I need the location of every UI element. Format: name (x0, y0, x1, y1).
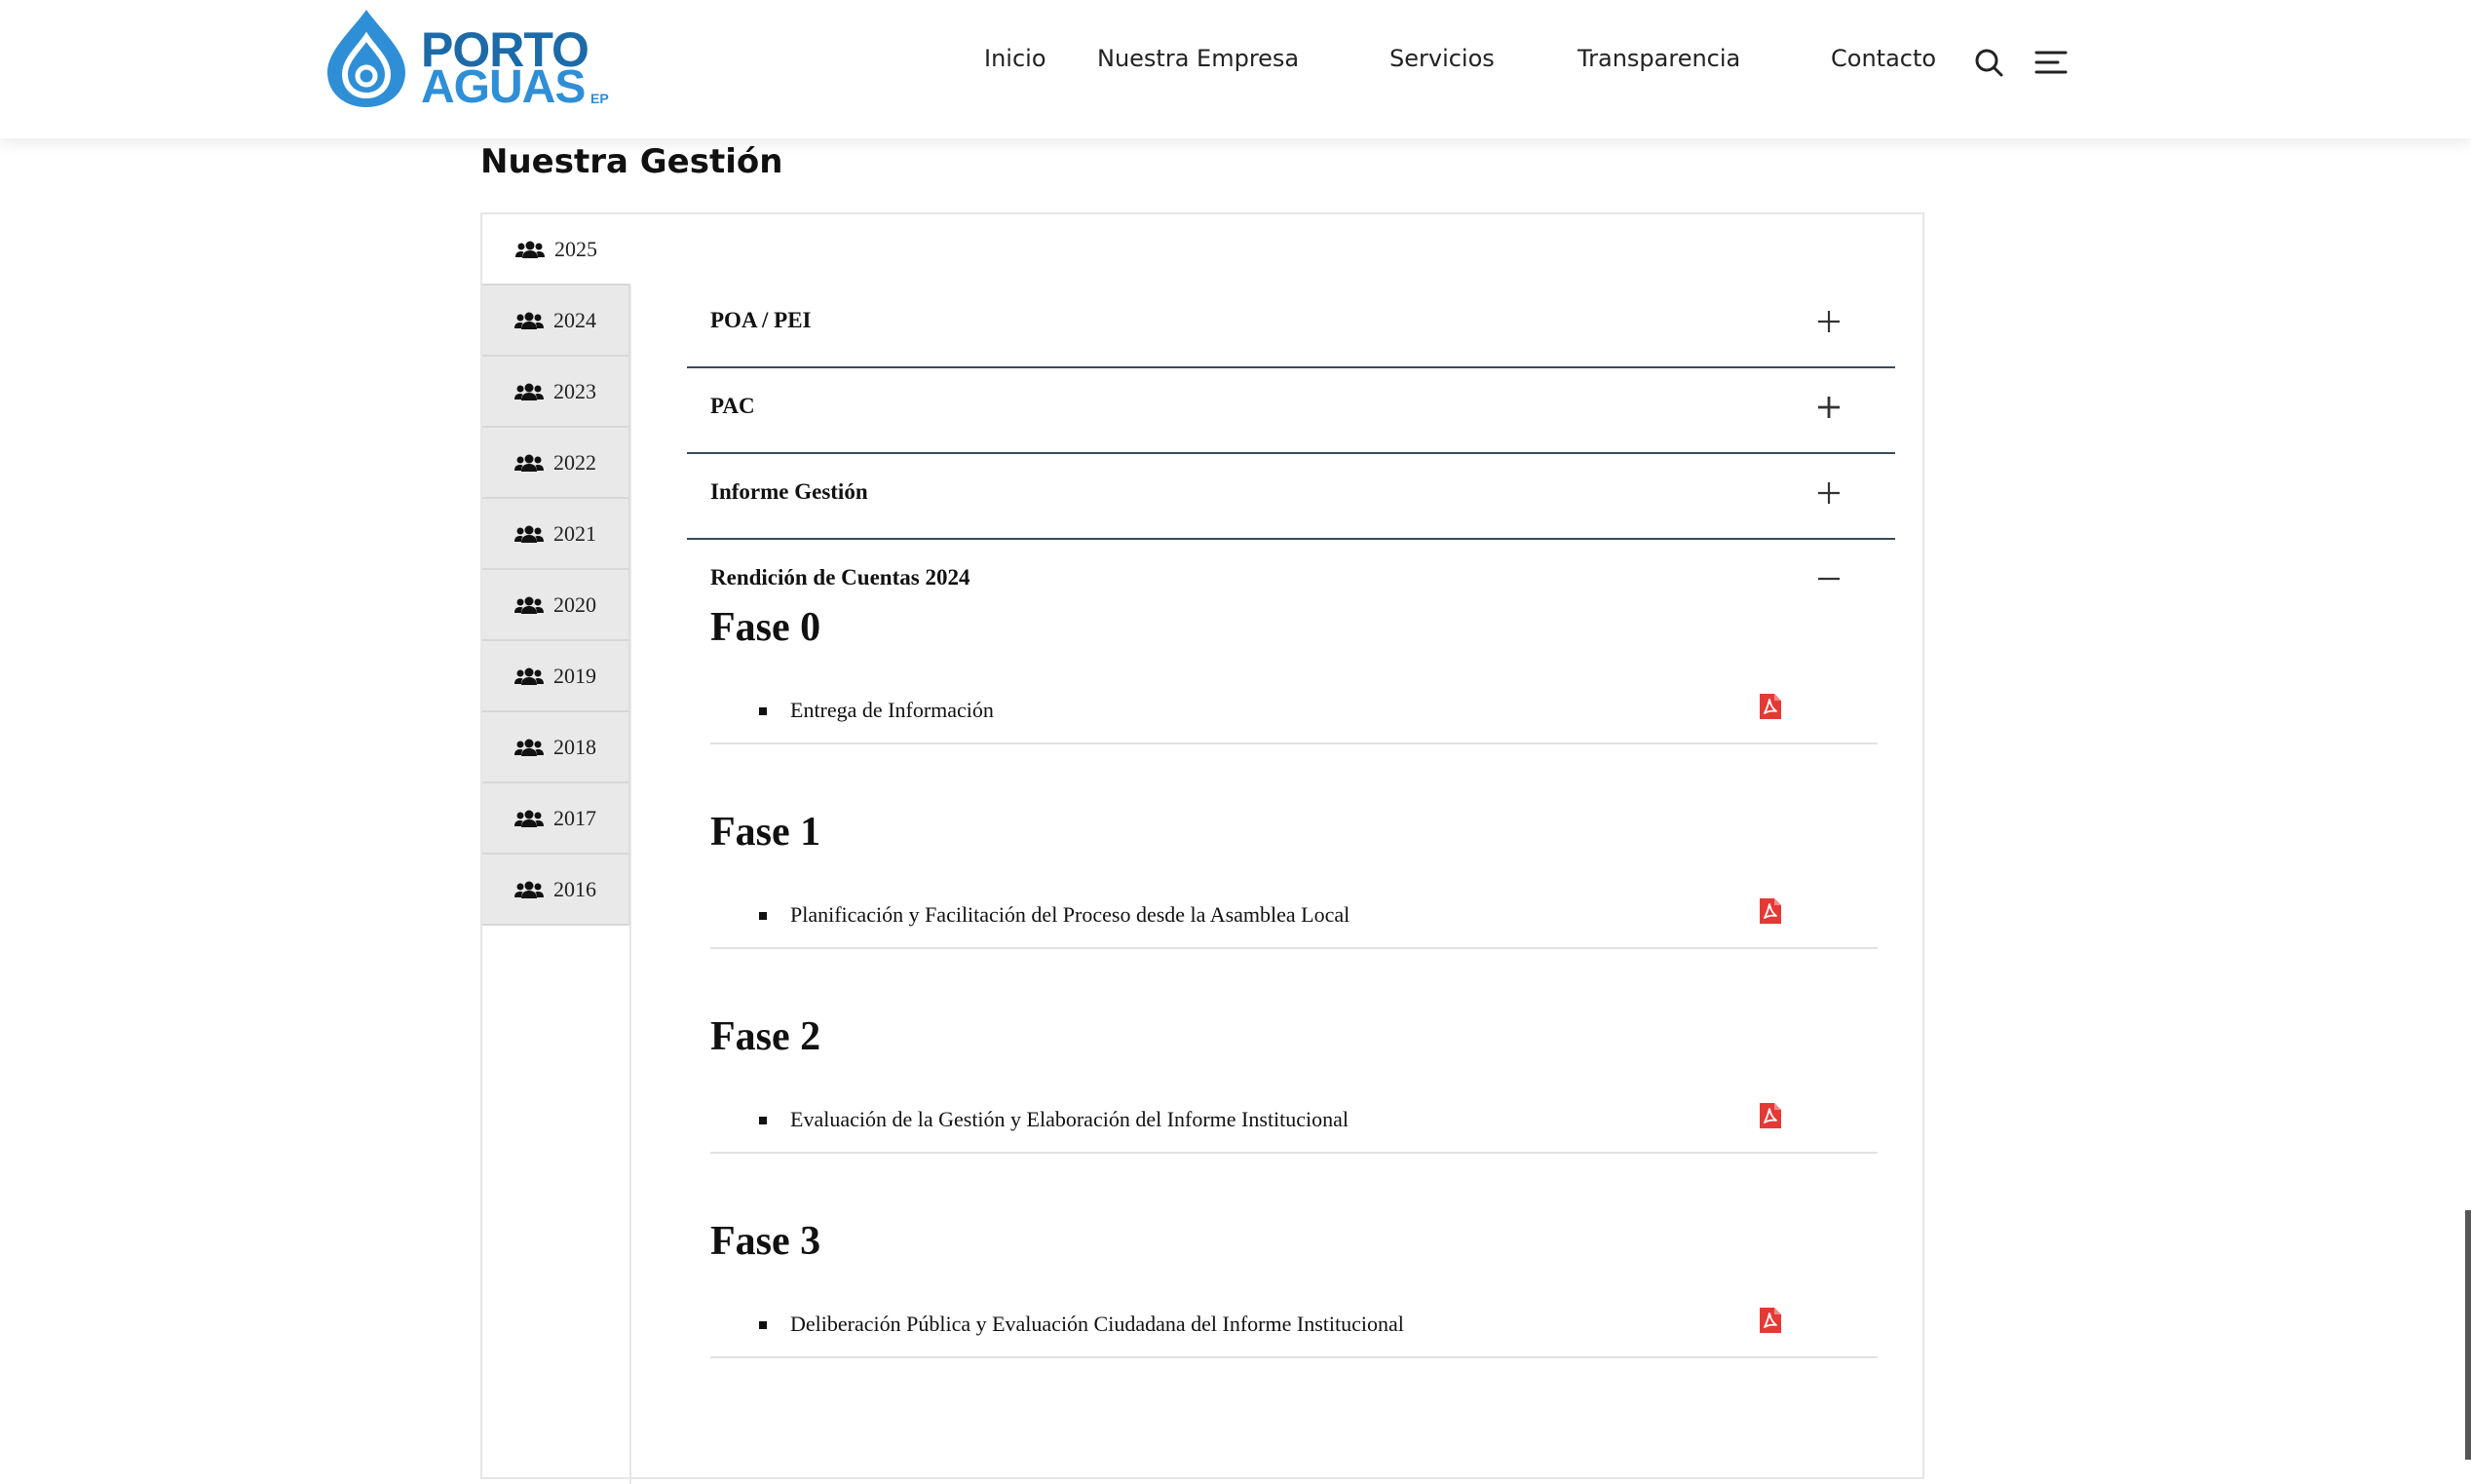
accordion-title: Rendición de Cuentas 2024 (710, 565, 970, 590)
bullet (759, 1321, 767, 1329)
users-icon (514, 383, 544, 400)
management-panel: 2025 2024 2023 2022 2021 2020 2019 2018 (480, 212, 1924, 1484)
tab-label: 2021 (553, 520, 596, 546)
nav-servicios[interactable]: Servicios (1389, 45, 1495, 72)
hamburger-menu-icon[interactable] (2034, 49, 2068, 76)
tab-label: 2023 (553, 378, 596, 403)
document-row: Deliberación Pública y Evaluación Ciudad… (710, 1306, 1878, 1358)
users-icon (514, 596, 544, 614)
tab-label: 2024 (553, 307, 596, 332)
accordion-informe-gestion[interactable]: Informe Gestión (687, 454, 1895, 540)
document-row: Evaluación de la Gestión y Elaboración d… (710, 1101, 1878, 1154)
rendicion-phases: Fase 0 Entrega de Información Fase 1 Pla… (710, 604, 1878, 1423)
tab-2024[interactable]: 2024 (482, 285, 630, 357)
pdf-icon[interactable] (1758, 896, 1783, 926)
pdf-icon[interactable] (1758, 1101, 1783, 1130)
users-icon (514, 312, 544, 329)
accordion-poa-pei[interactable]: POA / PEI (687, 283, 1895, 368)
tab-2019[interactable]: 2019 (482, 641, 630, 712)
tab-label: 2025 (554, 236, 597, 261)
tab-label: 2020 (553, 591, 596, 617)
tab-2021[interactable]: 2021 (482, 499, 630, 570)
site-header: PORTO AGUAS EP Inicio Nuestra Empresa Se… (0, 0, 2471, 138)
accordion-title: Informe Gestión (710, 479, 868, 504)
tab-label: 2019 (553, 663, 596, 688)
phase-0: Fase 0 Entrega de Información (710, 604, 1878, 809)
document-label[interactable]: Deliberación Pública y Evaluación Ciudad… (790, 1312, 1404, 1337)
phase-title: Fase 2 (710, 1014, 821, 1059)
page-scrollbar-thumb[interactable] (2465, 1210, 2471, 1460)
tab-label: 2022 (553, 449, 596, 475)
pdf-icon[interactable] (1758, 1306, 1783, 1335)
document-row: Planificación y Facilitación del Proceso… (710, 896, 1878, 949)
tab-2016[interactable]: 2016 (482, 855, 630, 926)
logo-text-aguas: AGUAS (421, 61, 586, 113)
tab-2023[interactable]: 2023 (482, 357, 630, 428)
plus-icon[interactable] (1815, 394, 1843, 421)
plus-icon[interactable] (1815, 479, 1843, 507)
tabs-divider (629, 285, 631, 1484)
tab-2018[interactable]: 2018 (482, 712, 630, 783)
phase-3: Fase 3 Deliberación Pública y Evaluación… (710, 1218, 1878, 1423)
year-tabs: 2025 2024 2023 2022 2021 2020 2019 2018 (482, 214, 630, 926)
tab-label: 2016 (553, 876, 596, 901)
section-title: Nuestra Gestión (480, 142, 783, 181)
tab-content: POA / PEI PAC Informe Gestión Rendición … (687, 283, 1895, 1358)
document-row: Entrega de Información (710, 692, 1878, 744)
water-drop-logo-icon (327, 10, 405, 107)
phase-title: Fase 0 (710, 605, 821, 650)
bullet (759, 707, 767, 715)
tab-label: 2017 (553, 805, 596, 830)
accordion-title: POA / PEI (710, 308, 812, 332)
search-icon[interactable] (1973, 47, 2004, 78)
bullet (759, 1117, 767, 1124)
accordion-pac[interactable]: PAC (687, 368, 1895, 454)
plus-icon[interactable] (1815, 308, 1843, 335)
users-icon (514, 667, 544, 685)
porto-aguas-logo[interactable]: PORTO AGUAS EP (322, 8, 614, 113)
users-icon (514, 454, 544, 472)
pdf-icon[interactable] (1758, 692, 1783, 721)
phase-title: Fase 3 (710, 1219, 821, 1264)
document-label[interactable]: Evaluación de la Gestión y Elaboración d… (790, 1107, 1349, 1132)
nav-contacto[interactable]: Contacto (1831, 45, 1936, 72)
tab-2025[interactable]: 2025 (482, 214, 630, 285)
phase-1: Fase 1 Planificación y Facilitación del … (710, 809, 1878, 1013)
phase-2: Fase 2 Evaluación de la Gestión y Elabor… (710, 1013, 1878, 1218)
minus-icon[interactable] (1815, 565, 1843, 592)
users-icon (514, 739, 544, 756)
nav-nuestra-empresa[interactable]: Nuestra Empresa (1097, 45, 1299, 72)
tab-label: 2018 (553, 734, 596, 759)
document-label[interactable]: Entrega de Información (790, 698, 994, 723)
users-icon (515, 241, 545, 258)
tab-2017[interactable]: 2017 (482, 783, 630, 855)
accordion-title: PAC (710, 394, 755, 418)
nav-transparencia[interactable]: Transparencia (1578, 45, 1740, 72)
logo-text-ep: EP (590, 91, 609, 106)
document-label[interactable]: Planificación y Facilitación del Proceso… (790, 902, 1350, 928)
bullet (759, 912, 767, 920)
tab-2022[interactable]: 2022 (482, 428, 630, 499)
tab-2020[interactable]: 2020 (482, 570, 630, 641)
users-icon (514, 881, 544, 898)
users-icon (514, 525, 544, 543)
nav-inicio[interactable]: Inicio (984, 45, 1046, 72)
users-icon (514, 810, 544, 827)
phase-title: Fase 1 (710, 810, 821, 855)
